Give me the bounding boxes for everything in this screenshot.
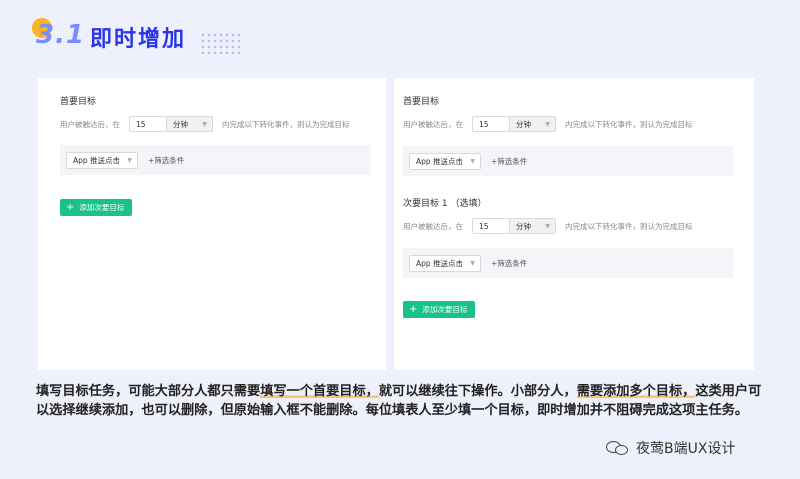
minutes-input[interactable]: 15: [129, 116, 167, 132]
condition-row: 用户被触达后，在 15 分钟 ▼ 内完成以下转化事件，则认为完成目标: [60, 116, 350, 132]
unit-label: 分钟: [516, 119, 531, 129]
plus-icon: +: [409, 303, 418, 315]
chevron-down-icon: ▼: [470, 157, 475, 165]
condition-prefix: 用户被触达后，在: [60, 119, 120, 129]
section-title: 即时增加: [90, 27, 187, 52]
condition-prefix: 用户被触达后，在: [403, 221, 463, 231]
add-filter-link[interactable]: +筛选条件: [148, 155, 184, 166]
secondary-event-select[interactable]: App 推送点击 ▼: [409, 254, 481, 272]
secondary-goal-title: 次要目标 1 （选填）: [403, 199, 487, 209]
secondary-condition-row: 用户被触达后，在 15 分钟 ▼ 内完成以下转化事件，则认为完成目标: [403, 218, 693, 234]
add-secondary-goal-label: 添加次要目标: [79, 203, 125, 212]
condition-suffix: 内完成以下转化事件，则认为完成目标: [565, 221, 693, 231]
minutes-input[interactable]: 15: [472, 116, 510, 132]
description-paragraph: 填写目标任务，可能大部分人都只需要填写一个首要目标，就可以继续往下操作。小部分人…: [36, 382, 766, 420]
condition-suffix: 内完成以下转化事件，则认为完成目标: [565, 119, 693, 129]
event-select[interactable]: App 推送点击 ▼: [66, 151, 138, 169]
watermark-text: 夜莺B端UX设计: [636, 441, 736, 457]
add-filter-link[interactable]: +筛选条件: [491, 156, 527, 167]
chevron-down-icon: ▼: [202, 120, 207, 128]
decor-dots: [200, 32, 244, 54]
form-panel-right: 首要目标 用户被触达后，在 15 分钟 ▼ 内完成以下转化事件，则认为完成目标 …: [394, 78, 754, 370]
watermark: 夜莺B端UX设计: [606, 438, 735, 458]
condition-row: 用户被触达后，在 15 分钟 ▼ 内完成以下转化事件，则认为完成目标: [403, 116, 693, 132]
add-secondary-goal-button[interactable]: + 添加次要目标: [403, 301, 476, 318]
secondary-event-filter-box: App 推送点击 ▼ +筛选条件: [403, 248, 733, 278]
highlight-text: 需要添加多个目标，: [576, 384, 696, 399]
primary-goal-title: 首要目标: [60, 97, 97, 107]
condition-prefix: 用户被触达后，在: [403, 119, 463, 129]
secondary-minutes-input[interactable]: 15: [472, 218, 510, 234]
event-select-label: App 推送点击: [416, 156, 464, 166]
paragraph-text: 就可以继续往下操作。小部分人，: [378, 384, 577, 399]
condition-suffix: 内完成以下转化事件，则认为完成目标: [222, 119, 350, 129]
event-select-label: App 推送点击: [416, 258, 464, 268]
event-filter-box: App 推送点击 ▼ +筛选条件: [60, 145, 370, 175]
secondary-unit-select[interactable]: 分钟 ▼: [510, 218, 556, 234]
secondary-add-filter-link[interactable]: +筛选条件: [491, 258, 527, 269]
event-select[interactable]: App 推送点击 ▼: [409, 152, 481, 170]
chevron-down-icon: ▼: [470, 259, 475, 267]
unit-label: 分钟: [516, 221, 531, 231]
plus-icon: +: [66, 201, 75, 213]
paragraph-text: 填写目标任务，可能大部分人都只需要: [36, 384, 261, 399]
event-filter-box: App 推送点击 ▼ +筛选条件: [403, 146, 733, 176]
primary-goal-title: 首要目标: [403, 97, 440, 107]
chevron-down-icon: ▼: [545, 120, 550, 128]
form-panel-left: 首要目标 用户被触达后，在 15 分钟 ▼ 内完成以下转化事件，则认为完成目标 …: [38, 78, 386, 370]
chevron-down-icon: ▼: [127, 156, 132, 164]
highlight-text: 填写一个首要目标，: [260, 384, 379, 399]
unit-select[interactable]: 分钟 ▼: [510, 116, 556, 132]
unit-select[interactable]: 分钟 ▼: [167, 116, 213, 132]
unit-label: 分钟: [173, 119, 188, 129]
section-header: 3.1 即时增加: [30, 14, 244, 54]
event-select-label: App 推送点击: [73, 155, 121, 165]
add-secondary-goal-button[interactable]: + 添加次要目标: [60, 199, 133, 216]
section-number: 3.1: [36, 20, 86, 50]
chevron-down-icon: ▼: [545, 222, 550, 230]
wechat-icon: [606, 439, 630, 457]
add-secondary-goal-label: 添加次要目标: [422, 305, 468, 314]
